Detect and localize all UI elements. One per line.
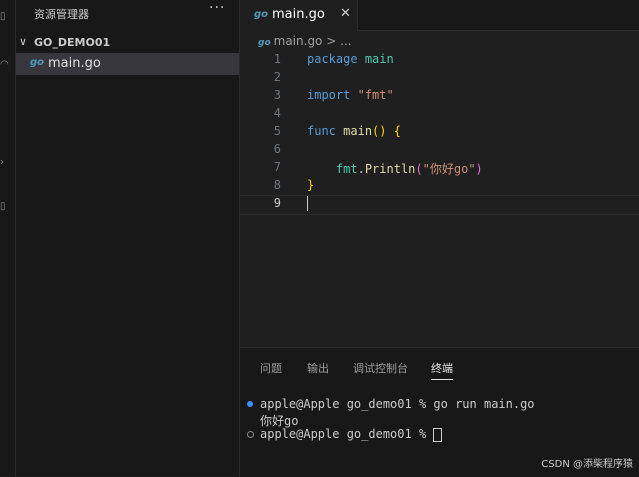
code-brace: } — [307, 178, 315, 192]
code-line: 8 } — [240, 178, 639, 196]
editor-area: go main.go ✕ go main.go > ... 1 package m… — [240, 0, 639, 477]
chevron-down-icon: ∨ — [19, 35, 28, 48]
explorer-sidebar: 资源管理器 ··· ∨ GO_DEMO01 go main.go — [16, 0, 240, 476]
code-paren: ( — [415, 162, 423, 176]
editor-tab-bar: go main.go ✕ — [240, 0, 639, 31]
go-file-icon: go — [258, 38, 271, 48]
explorer-title: 资源管理器 — [34, 8, 89, 21]
code-function: main — [343, 124, 373, 138]
code-keyword: func — [307, 124, 336, 138]
terminal-line: apple@Apple go_demo01 % go run main.go — [260, 397, 535, 411]
explorer-icon[interactable]: ▯ — [0, 10, 10, 24]
code-line: 2 — [240, 70, 639, 88]
breadcrumb-separator: > — [326, 34, 337, 48]
watermark: CSDN @添柴程序猿 — [541, 459, 633, 470]
command-pending-icon — [247, 431, 254, 438]
line-number: 4 — [273, 106, 281, 120]
code-line: 3 import "fmt" — [240, 88, 639, 106]
go-file-icon: go — [30, 57, 45, 68]
code-package-name: main — [364, 52, 394, 66]
more-actions-icon[interactable]: ··· — [209, 0, 225, 16]
code-brace: { — [393, 124, 401, 138]
tab-output[interactable]: 输出 — [307, 360, 329, 376]
code-string: "fmt" — [357, 88, 394, 102]
line-number: 7 — [273, 160, 281, 174]
code-keyword: import — [307, 88, 351, 102]
code-package-ref: fmt — [335, 162, 358, 176]
code-keyword: package — [307, 52, 358, 66]
breadcrumb-more[interactable]: ... — [340, 34, 351, 48]
go-file-icon: go — [254, 9, 269, 20]
line-number: 8 — [273, 178, 281, 192]
code-function: Println — [364, 162, 416, 176]
code-paren: ) — [475, 162, 483, 176]
line-number: 6 — [273, 142, 281, 156]
folder-row[interactable]: ∨ GO_DEMO01 — [16, 34, 239, 52]
tab-debug-console[interactable]: 调试控制台 — [353, 360, 408, 376]
terminal-prompt-line[interactable]: apple@Apple go_demo01 % — [260, 427, 639, 442]
code-line: 4 — [240, 106, 639, 124]
file-name: main.go — [48, 56, 101, 71]
line-number: 9 — [273, 196, 281, 210]
activity-bar: ▯ ◠ › ▯ — [0, 0, 16, 476]
code-dot: . — [357, 162, 365, 176]
line-number: 2 — [273, 70, 281, 84]
line-number: 5 — [273, 124, 281, 138]
terminal-prompt: apple@Apple go_demo01 % — [260, 427, 434, 441]
code-line: 7 fmt.Println("你好go") — [240, 160, 639, 178]
tab-terminal[interactable]: 终端 — [431, 360, 453, 380]
extensions-icon[interactable]: ▯ — [0, 200, 10, 214]
tab-main-go[interactable]: go main.go ✕ — [240, 0, 358, 31]
search-icon[interactable]: ◠ — [0, 58, 10, 72]
code-line-current: 9 — [240, 195, 639, 215]
run-icon[interactable]: › — [0, 156, 10, 170]
line-number: 3 — [273, 88, 281, 102]
code-line: 5 func main() { — [240, 124, 639, 142]
terminal-cursor — [433, 427, 443, 442]
line-number: 1 — [273, 52, 281, 66]
tab-label: main.go — [272, 7, 325, 22]
file-item-main-go[interactable]: go main.go — [16, 53, 239, 75]
folder-name: GO_DEMO01 — [34, 36, 111, 49]
code-line: 6 — [240, 142, 639, 160]
tab-problems[interactable]: 问题 — [260, 360, 282, 376]
code-line: 1 package main — [240, 52, 639, 70]
command-success-icon[interactable] — [247, 401, 253, 407]
breadcrumb: go main.go > ... — [258, 34, 352, 48]
close-icon[interactable]: ✕ — [340, 6, 351, 21]
breadcrumb-file[interactable]: main.go — [274, 34, 323, 48]
text-cursor — [307, 196, 308, 211]
code-paren: () — [372, 124, 387, 138]
code-string: "你好go" — [422, 162, 476, 176]
